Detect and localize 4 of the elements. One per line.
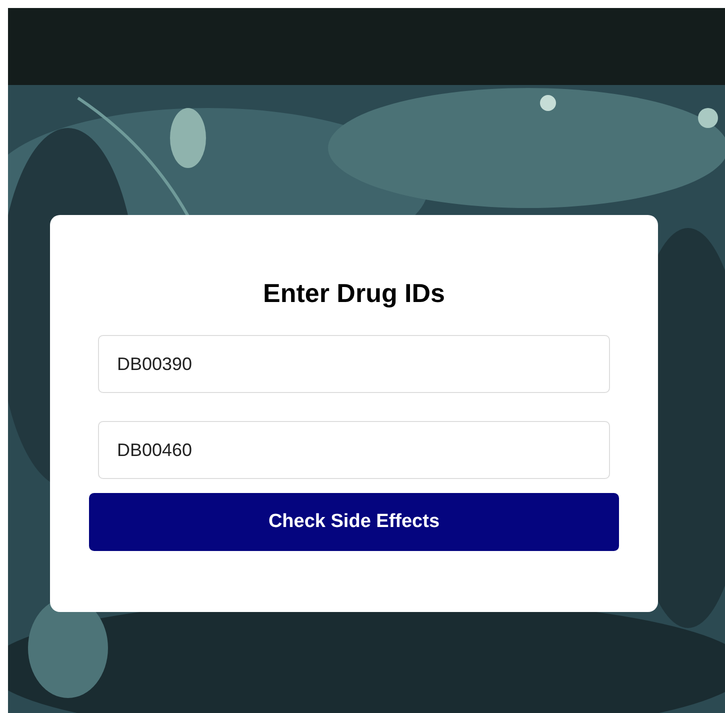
- drug-id-field[interactable]: DB00460: [98, 421, 610, 479]
- drug-id-field[interactable]: DB00390: [98, 335, 610, 393]
- form-title: Enter Drug IDs: [262, 277, 446, 309]
- check-side-effects-button[interactable]: Check Side Effects: [89, 493, 619, 551]
